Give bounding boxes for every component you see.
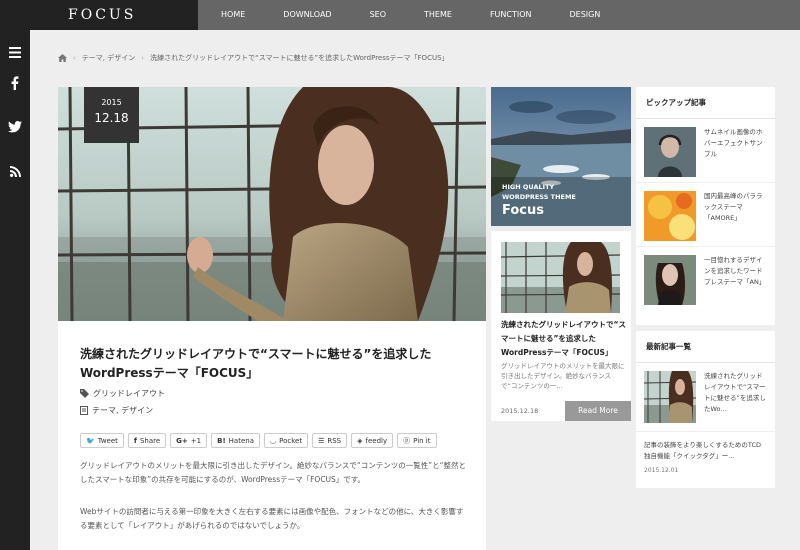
article-main: 2015 12.18 洗練されたグリッドレイアウトで“スマートに魅せる”を追求し… — [58, 87, 486, 550]
card-excerpt: グリッドレイアウトのメリットを最大限に引き出したデザイン。絶妙なバランスで“コン… — [501, 362, 625, 390]
featured-line-1: HIGH QUALITY — [502, 183, 555, 191]
nav-download[interactable]: DOWNLOAD — [260, 0, 346, 30]
twitter-icon: 🐦 — [86, 436, 95, 445]
hatena-icon: B! — [217, 436, 226, 445]
breadcrumb-separator-icon: › — [73, 54, 76, 62]
pickup-title[interactable]: サムネイル画像のホバーエフェクトサンプル — [704, 127, 767, 174]
rss-button[interactable]: ☰ RSS — [312, 433, 348, 448]
card-date: 2015.12.18 — [501, 407, 539, 415]
facebook-icon[interactable] — [7, 75, 23, 91]
top-bar: FOCUS HOME DOWNLOAD SEO THEME FUNCTION D… — [0, 0, 800, 30]
pickup-item[interactable]: 一目惚れするデザインを追求したワードプレステーマ「AN」 — [636, 247, 775, 311]
pickup-thumbnail[interactable] — [644, 127, 696, 177]
breadcrumb-category[interactable]: テーマ, デザイン — [82, 53, 135, 63]
latest-posts-widget: 最新記事一覧 洗練されたグリッドレイアウトで“スマートに魅せる”を追求したWo…… — [636, 331, 775, 488]
pinterest-icon: ⓟ — [403, 436, 411, 445]
tag-link[interactable]: グリッドレイアウト — [93, 388, 165, 399]
google-plus-button[interactable]: G+ +1 — [170, 433, 208, 448]
read-more-button[interactable]: Read More — [565, 401, 631, 421]
nav-seo[interactable]: SEO — [347, 0, 401, 30]
article-paragraph-2: Webサイトの訪問者に与える第一印象を大きく左右する要素には画像や配色、フォント… — [80, 507, 464, 530]
pickup-thumbnail[interactable] — [644, 255, 696, 305]
pickup-heading: ピックアップ記事 — [636, 87, 775, 119]
tag-icon — [80, 389, 89, 398]
date-month-day: 12.18 — [94, 111, 129, 125]
article-paragraph-1: グリッドレイアウトのメリットを最大限に引き出したデザイン。絶妙なバランスで“コン… — [80, 461, 467, 484]
pocket-icon: ◡ — [270, 436, 277, 445]
facebook-share-button[interactable]: f Share — [127, 433, 167, 448]
share-label: Share — [139, 436, 161, 445]
pickup-thumbnail[interactable] — [644, 191, 696, 241]
latest-item[interactable]: 記事の装飾をより楽しくするためのTCD独自機能「クイックタグ」ー… 2015.1… — [636, 432, 775, 482]
article-category: テーマ, デザイン — [80, 405, 153, 416]
card-title[interactable]: 洗練されたグリッドレイアウトで“スマートに魅せる”を追求したWordPressテ… — [501, 318, 626, 360]
nav-function[interactable]: FUNCTION — [467, 0, 547, 30]
latest-thumbnail[interactable] — [644, 371, 696, 423]
feedly-icon: ◈ — [357, 436, 363, 445]
featured-theme-name: Focus — [502, 203, 544, 218]
latest-item[interactable]: 洗練されたグリッドレイアウトで“スマートに魅せる”を追求したWo… — [636, 363, 775, 432]
card-thumbnail[interactable] — [501, 242, 620, 313]
tweet-label: Tweet — [97, 436, 118, 445]
twitter-icon[interactable] — [7, 119, 23, 135]
share-buttons: 🐦 Tweet f Share G+ +1 B! Hatena ◡ Pocket ☰ RSS… — [80, 433, 437, 448]
breadcrumb-current: 洗練されたグリッドレイアウトで“スマートに魅せる”を追求したWordPressテ… — [150, 54, 449, 62]
pocket-label: Pocket — [279, 436, 303, 445]
tweet-button[interactable]: 🐦 Tweet — [80, 433, 124, 448]
pinit-label: Pin it — [413, 436, 431, 445]
rss-icon[interactable] — [7, 163, 23, 179]
pickup-title[interactable]: 一目惚れするデザインを追求したワードプレステーマ「AN」 — [704, 255, 767, 303]
nav-home[interactable]: HOME — [198, 0, 260, 30]
hatena-label: Hatena — [228, 436, 254, 445]
breadcrumb: › テーマ, デザイン › 洗練されたグリッドレイアウトで“スマートに魅せる”を… — [58, 53, 449, 63]
pickup-item[interactable]: サムネイル画像のホバーエフェクトサンプル — [636, 119, 775, 183]
nav-design[interactable]: DESIGN — [547, 0, 616, 30]
feedly-button[interactable]: ◈ feedly — [351, 433, 394, 448]
rss-label: RSS — [327, 436, 342, 445]
featured-theme-banner[interactable]: HIGH QUALITY WORDPRESS THEME Focus — [491, 87, 631, 226]
date-year: 2015 — [101, 98, 122, 107]
breadcrumb-separator-icon: › — [141, 54, 145, 62]
nav-theme[interactable]: THEME — [401, 0, 467, 30]
hatena-button[interactable]: B! Hatena — [211, 433, 260, 448]
google-plus-icon: G+ — [176, 436, 188, 445]
article-title: 洗練されたグリッドレイアウトで“スマートに魅せる”を追求したWordPressテ… — [80, 347, 432, 380]
featured-line-2: WORDPRESS THEME — [502, 193, 576, 201]
pinterest-button[interactable]: ⓟ Pin it — [397, 433, 437, 448]
global-nav: HOME DOWNLOAD SEO THEME FUNCTION DESIGN — [198, 0, 615, 30]
pocket-button[interactable]: ◡ Pocket — [264, 433, 309, 448]
latest-heading: 最新記事一覧 — [636, 331, 775, 363]
category-link[interactable]: テーマ, デザイン — [92, 405, 153, 416]
site-logo[interactable]: FOCUS — [0, 0, 198, 30]
latest-date: 2015.12.01 — [644, 467, 679, 474]
latest-title[interactable]: 洗練されたグリッドレイアウトで“スマートに魅せる”を追求したWo… — [704, 371, 767, 423]
side-menu-bar — [0, 30, 30, 550]
pickup-item[interactable]: 国内最高峰のパララックステーマ「AMORE」 — [636, 183, 775, 247]
pickup-title[interactable]: 国内最高峰のパララックステーマ「AMORE」 — [704, 191, 767, 238]
document-icon — [80, 406, 88, 415]
latest-title[interactable]: 記事の装飾をより楽しくするためのTCD独自機能「クイックタグ」ー… — [644, 440, 767, 462]
facebook-icon: f — [133, 436, 137, 445]
feedly-label: feedly — [365, 436, 388, 445]
menu-icon[interactable] — [7, 44, 23, 60]
home-icon[interactable] — [58, 54, 67, 62]
featured-tagline: HIGH QUALITY WORDPRESS THEME — [502, 182, 576, 202]
plus-one-label: +1 — [190, 436, 202, 445]
pickup-widget: ピックアップ記事 サムネイル画像のホバーエフェクトサンプル 国内最高峰のパララッ… — [636, 87, 775, 325]
article-date-badge: 2015 12.18 — [84, 87, 139, 143]
article-tag: グリッドレイアウト — [80, 388, 165, 399]
article-card: 洗練されたグリッドレイアウトで“スマートに魅せる”を追求したWordPressテ… — [491, 231, 631, 421]
rss-icon: ☰ — [318, 436, 325, 445]
